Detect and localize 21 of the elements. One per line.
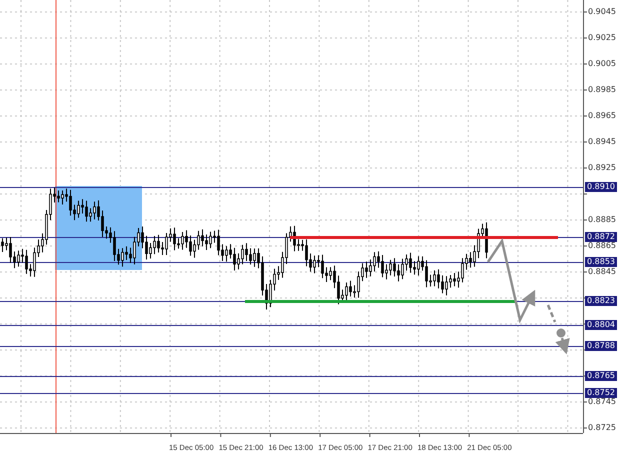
axis-label: 0.8865: [588, 241, 616, 251]
price-label: 0.8752: [585, 388, 617, 398]
price-label: 0.8788: [585, 341, 617, 351]
axis-label: 0.8965: [588, 111, 616, 121]
axis-label: 0.9025: [588, 33, 616, 43]
axis-label: 0.8985: [588, 85, 616, 95]
axis-label: 0.9005: [588, 59, 616, 69]
axis-label: 0.8845: [588, 267, 616, 277]
axis-label: 0.8745: [588, 397, 616, 407]
axis-label: 0.8885: [588, 215, 616, 225]
axis-label: 0.9045: [588, 7, 616, 17]
price-label: 0.8853: [585, 257, 617, 267]
axis-label: 0.8945: [588, 137, 616, 147]
price-label: 0.8872: [585, 232, 617, 242]
axis-label: 0.8725: [588, 423, 616, 433]
dashed-arrow: [546, 304, 570, 354]
price-label: 0.8765: [585, 371, 617, 381]
axis-label: 0.8925: [588, 163, 616, 173]
price-label: 0.8910: [585, 182, 617, 192]
price-label: 0.8804: [585, 320, 617, 330]
price-label: 0.8823: [585, 296, 617, 306]
